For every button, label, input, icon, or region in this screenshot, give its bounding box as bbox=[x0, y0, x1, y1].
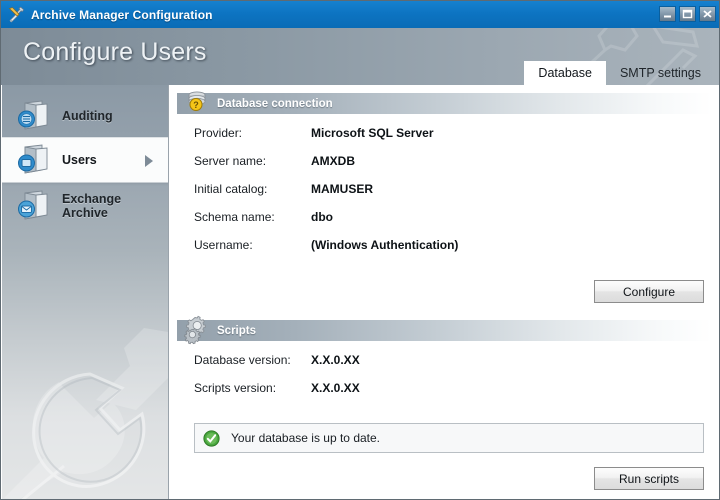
username-value: (Windows Authentication) bbox=[311, 238, 459, 252]
schema-name-value: dbo bbox=[311, 210, 333, 224]
page-title: Configure Users bbox=[23, 38, 207, 66]
server-name-label: Server name: bbox=[194, 154, 267, 168]
gears-icon bbox=[183, 315, 213, 345]
server-auditing-icon bbox=[16, 99, 50, 133]
sidebar-item-users-label: Users bbox=[62, 153, 97, 167]
initial-catalog-label: Initial catalog: bbox=[194, 182, 268, 196]
scripts-panel-title: Scripts bbox=[217, 324, 256, 337]
tab-smtp-settings-label: SMTP settings bbox=[619, 66, 701, 80]
status-message-text: Your database is up to date. bbox=[231, 431, 381, 445]
database-version-label: Database version: bbox=[194, 353, 291, 367]
tab-bar: Database SMTP settings bbox=[524, 61, 715, 85]
field-row-scripts-version: Scripts version: X.X.0.XX bbox=[194, 381, 719, 409]
server-name-value: AMXDB bbox=[311, 154, 355, 168]
field-row-server-name: Server name: AMXDB bbox=[194, 154, 719, 182]
run-scripts-button-row: Run scripts bbox=[169, 467, 719, 490]
scripts-panel-header: Scripts bbox=[177, 315, 712, 345]
tab-smtp-settings[interactable]: SMTP settings bbox=[606, 61, 715, 85]
database-help-icon: ? bbox=[183, 88, 213, 118]
content-area: ? Database connection Provider: Microsof… bbox=[169, 85, 719, 499]
database-fields-list: Provider: Microsoft SQL Server Server na… bbox=[169, 126, 719, 266]
username-label: Username: bbox=[194, 238, 253, 252]
sidebar-item-auditing-label: Auditing bbox=[62, 109, 113, 123]
database-version-value: X.X.0.XX bbox=[311, 353, 360, 367]
svg-text:?: ? bbox=[193, 100, 199, 110]
database-connection-panel: ? Database connection Provider: Microsof… bbox=[169, 85, 719, 303]
sidebar-item-exchange-archive-label: Exchange Archive bbox=[62, 192, 122, 220]
tab-database[interactable]: Database bbox=[524, 61, 606, 85]
wrench-watermark-icon bbox=[4, 270, 168, 499]
configure-button[interactable]: Configure bbox=[594, 280, 704, 303]
close-button[interactable] bbox=[699, 6, 716, 22]
title-bar: Archive Manager Configuration bbox=[1, 1, 719, 28]
status-message-box: Your database is up to date. bbox=[194, 423, 704, 453]
database-connection-panel-header: ? Database connection bbox=[177, 91, 712, 114]
sidebar-item-users[interactable]: Users bbox=[2, 137, 168, 183]
provider-label: Provider: bbox=[194, 126, 243, 140]
run-scripts-button[interactable]: Run scripts bbox=[594, 467, 704, 490]
schema-name-label: Schema name: bbox=[194, 210, 275, 224]
tools-wrench-screwdriver-icon bbox=[7, 6, 25, 24]
server-users-icon bbox=[16, 143, 50, 177]
field-row-initial-catalog: Initial catalog: MAMUSER bbox=[194, 182, 719, 210]
window-title: Archive Manager Configuration bbox=[31, 7, 213, 22]
scripts-version-value: X.X.0.XX bbox=[311, 381, 360, 395]
configure-button-row: Configure bbox=[169, 280, 719, 303]
sidebar: Auditing Users Exchange Archive bbox=[2, 85, 169, 499]
green-check-circle-icon bbox=[203, 429, 220, 447]
window-controls bbox=[659, 6, 716, 22]
database-connection-panel-title: Database connection bbox=[217, 97, 333, 110]
scripts-fields-list: Database version: X.X.0.XX Scripts versi… bbox=[169, 353, 719, 409]
application-window: Archive Manager Configuration Configure … bbox=[0, 0, 720, 500]
field-row-schema-name: Schema name: dbo bbox=[194, 210, 719, 238]
initial-catalog-value: MAMUSER bbox=[311, 182, 373, 196]
server-exchange-archive-icon bbox=[16, 189, 50, 223]
sidebar-item-auditing[interactable]: Auditing bbox=[2, 93, 168, 139]
maximize-button[interactable] bbox=[679, 6, 696, 22]
chevron-right-icon bbox=[143, 154, 155, 173]
tab-database-label: Database bbox=[538, 66, 592, 80]
minimize-button[interactable] bbox=[659, 6, 676, 22]
scripts-panel: Scripts Database version: X.X.0.XX Scrip… bbox=[169, 303, 719, 490]
field-row-provider: Provider: Microsoft SQL Server bbox=[194, 126, 719, 154]
field-row-username: Username: (Windows Authentication) bbox=[194, 238, 719, 266]
sidebar-item-exchange-archive[interactable]: Exchange Archive bbox=[2, 183, 168, 229]
scripts-version-label: Scripts version: bbox=[194, 381, 277, 395]
provider-value: Microsoft SQL Server bbox=[311, 126, 434, 140]
field-row-database-version: Database version: X.X.0.XX bbox=[194, 353, 719, 381]
